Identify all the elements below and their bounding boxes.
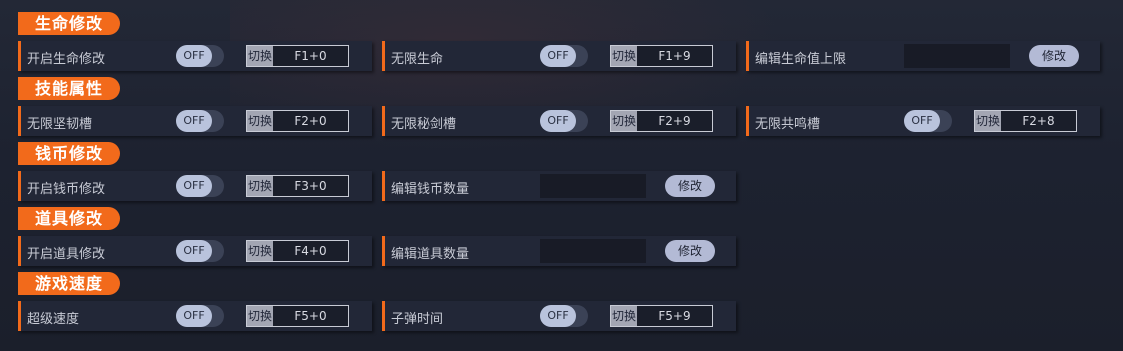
- toggle-state: OFF: [176, 110, 212, 132]
- option-label: 无限生命: [391, 52, 444, 67]
- hotkey-label: 切换: [247, 46, 273, 66]
- toggle-switch[interactable]: OFF: [176, 110, 224, 132]
- toggle-switch[interactable]: OFF: [540, 305, 588, 327]
- hotkey-field[interactable]: 切换 F4+0: [246, 240, 349, 262]
- hotkey-label: 切换: [975, 111, 1001, 131]
- hotkey-field[interactable]: 切换 F5+0: [246, 305, 349, 327]
- modify-button[interactable]: 修改: [665, 240, 715, 262]
- option-label: 编辑生命值上限: [755, 52, 847, 67]
- toggle-switch[interactable]: OFF: [176, 240, 224, 262]
- hotkey-label: 切换: [247, 241, 273, 261]
- section-title-game-speed: 游戏速度: [18, 272, 120, 295]
- section-title-items: 道具修改: [18, 207, 120, 230]
- option-row-infinite-toughness: 无限坚韧槽 OFF 切换 F2+0: [18, 106, 372, 136]
- option-row-edit-max-health: 编辑生命值上限 修改: [746, 41, 1100, 71]
- hotkey-value: F1+9: [637, 46, 712, 66]
- option-row-infinite-health: 无限生命 OFF 切换 F1+9: [382, 41, 736, 71]
- option-label: 子弹时间: [391, 312, 444, 327]
- toggle-state: OFF: [540, 305, 576, 327]
- hotkey-label: 切换: [611, 111, 637, 131]
- toggle-state: OFF: [176, 240, 212, 262]
- option-row-super-speed: 超级速度 OFF 切换 F5+0: [18, 301, 372, 331]
- option-row-enable-health: 开启生命修改 OFF 切换 F1+0: [18, 41, 372, 71]
- hotkey-field[interactable]: 切换 F2+8: [974, 110, 1077, 132]
- hotkey-value: F4+0: [273, 241, 348, 261]
- toggle-switch[interactable]: OFF: [540, 45, 588, 67]
- option-label: 开启钱币修改: [27, 182, 106, 197]
- hotkey-label: 切换: [611, 306, 637, 326]
- hotkey-value: F5+9: [637, 306, 712, 326]
- hotkey-value: F2+0: [273, 111, 348, 131]
- toggle-state: OFF: [540, 110, 576, 132]
- hotkey-value: F3+0: [273, 176, 348, 196]
- hotkey-label: 切换: [247, 176, 273, 196]
- modify-button[interactable]: 修改: [665, 175, 715, 197]
- hotkey-field[interactable]: 切换 F2+0: [246, 110, 349, 132]
- hotkey-value: F5+0: [273, 306, 348, 326]
- option-row-edit-items: 编辑道具数量 修改: [382, 236, 736, 266]
- option-label: 编辑道具数量: [391, 247, 470, 262]
- hotkey-value: F2+8: [1001, 111, 1076, 131]
- hotkey-label: 切换: [611, 46, 637, 66]
- toggle-state: OFF: [176, 175, 212, 197]
- option-row-infinite-resonance: 无限共鸣槽 OFF 切换 F2+8: [746, 106, 1100, 136]
- option-label: 编辑钱币数量: [391, 182, 470, 197]
- toggle-switch[interactable]: OFF: [176, 45, 224, 67]
- option-label: 开启生命修改: [27, 52, 106, 67]
- value-input[interactable]: [540, 239, 646, 263]
- hotkey-field[interactable]: 切换 F3+0: [246, 175, 349, 197]
- option-row-enable-items: 开启道具修改 OFF 切换 F4+0: [18, 236, 372, 266]
- toggle-state: OFF: [176, 305, 212, 327]
- toggle-state: OFF: [904, 110, 940, 132]
- option-label: 无限坚韧槽: [27, 117, 93, 132]
- hotkey-field[interactable]: 切换 F1+0: [246, 45, 349, 67]
- toggle-switch[interactable]: OFF: [176, 175, 224, 197]
- modify-button[interactable]: 修改: [1029, 45, 1079, 67]
- hotkey-label: 切换: [247, 111, 273, 131]
- section-title-health: 生命修改: [18, 12, 120, 35]
- toggle-switch[interactable]: OFF: [540, 110, 588, 132]
- value-input[interactable]: [540, 174, 646, 198]
- toggle-switch[interactable]: OFF: [176, 305, 224, 327]
- option-label: 无限秘剑槽: [391, 117, 457, 132]
- option-row-infinite-secret-sword: 无限秘剑槽 OFF 切换 F2+9: [382, 106, 736, 136]
- section-title-money: 钱币修改: [18, 142, 120, 165]
- hotkey-label: 切换: [247, 306, 273, 326]
- hotkey-field[interactable]: 切换 F1+9: [610, 45, 713, 67]
- hotkey-value: F2+9: [637, 111, 712, 131]
- hotkey-field[interactable]: 切换 F2+9: [610, 110, 713, 132]
- section-title-skills: 技能属性: [18, 77, 120, 100]
- option-label: 超级速度: [27, 312, 80, 327]
- option-row-enable-money: 开启钱币修改 OFF 切换 F3+0: [18, 171, 372, 201]
- toggle-state: OFF: [540, 45, 576, 67]
- value-input[interactable]: [904, 44, 1010, 68]
- hotkey-field[interactable]: 切换 F5+9: [610, 305, 713, 327]
- hotkey-value: F1+0: [273, 46, 348, 66]
- option-label: 开启道具修改: [27, 247, 106, 262]
- toggle-switch[interactable]: OFF: [904, 110, 952, 132]
- option-row-bullet-time: 子弹时间 OFF 切换 F5+9: [382, 301, 736, 331]
- option-label: 无限共鸣槽: [755, 117, 821, 132]
- toggle-state: OFF: [176, 45, 212, 67]
- option-row-edit-money: 编辑钱币数量 修改: [382, 171, 736, 201]
